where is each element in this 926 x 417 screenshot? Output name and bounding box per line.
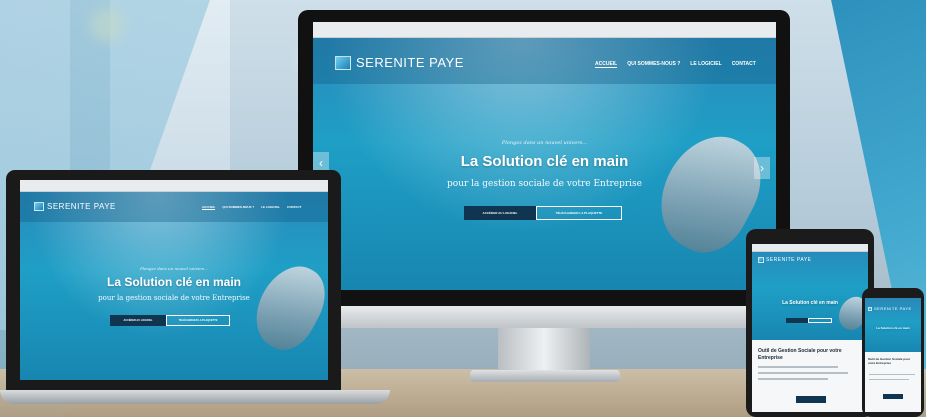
hero-headline: La Solution clé en main xyxy=(106,275,242,289)
nav-item-contact[interactable]: CONTACT xyxy=(732,61,756,68)
site-logo[interactable]: SERENITE PAYE xyxy=(868,306,912,311)
laptop-website: SERENITE PAYE ACCUEIL QUI SOMMES-NOUS ? … xyxy=(20,180,328,380)
section-button[interactable] xyxy=(883,394,903,399)
browser-toolbar xyxy=(752,244,868,252)
logo-text: SERENITE PAYE xyxy=(47,202,116,211)
access-software-button[interactable]: ACCÉDER AU LOGICIEL xyxy=(110,315,166,326)
monitor-website: SERENITE PAYE ACCUEIL QUI SOMMES-NOUS ? … xyxy=(313,22,776,290)
monitor-stand xyxy=(498,328,590,374)
browser-toolbar xyxy=(20,180,328,192)
tablet-content-section: Outil de Gestion Sociale pour votre Entr… xyxy=(752,340,868,412)
hero-tagline: Plongez dans un nouvel univers... xyxy=(139,266,209,271)
site-logo[interactable]: SERENITE PAYE xyxy=(335,55,464,70)
hero-subheadline: pour la gestion sociale de votre Entrepr… xyxy=(447,179,642,189)
phone-content-section: Outil de Gestion Sociale pour votre Entr… xyxy=(865,352,921,412)
phone-website: SERENITE PAYE La Solution clé en main xyxy=(865,298,921,352)
monitor-chin xyxy=(298,306,790,328)
hero-headline: La Solution clé en main xyxy=(460,153,629,170)
logo-mark-icon xyxy=(335,55,351,70)
text-line xyxy=(758,372,848,374)
logo-mark-icon xyxy=(758,257,764,263)
browser-toolbar xyxy=(313,22,776,38)
monitor-base xyxy=(470,370,620,382)
download-brochure-button[interactable]: TÉLÉCHARGER LA PLAQUETTE xyxy=(166,315,230,326)
text-line xyxy=(869,379,909,380)
access-software-button[interactable] xyxy=(786,318,808,323)
logo-text: SERENITE PAYE xyxy=(766,257,812,263)
nav-item-accueil[interactable]: ACCUEIL xyxy=(595,61,618,68)
hero-headline: La Solution clé en main xyxy=(876,326,910,330)
hero-tagline: Plongez dans un nouvel univers... xyxy=(501,140,588,146)
access-software-button[interactable]: ACCÉDER AU LOGICIEL xyxy=(464,206,536,220)
text-line xyxy=(869,374,915,375)
nav-item-qui-sommes-nous[interactable]: QUI SOMMES-NOUS ? xyxy=(627,61,680,68)
nav-item-logiciel[interactable]: LE LOGICIEL xyxy=(690,61,721,68)
hero-headline: La Solution clé en main xyxy=(782,300,838,306)
main-menu: ACCUEIL QUI SOMMES-NOUS ? LE LOGICIEL CO… xyxy=(202,205,301,210)
tablet-website: SERENITE PAYE La Solution clé en main xyxy=(752,244,868,340)
site-logo[interactable]: SERENITE PAYE xyxy=(34,202,116,211)
laptop-base xyxy=(0,390,390,404)
nav-item-qui-sommes-nous[interactable]: QUI SOMMES-NOUS ? xyxy=(222,205,254,210)
logo-mark-icon xyxy=(34,202,44,211)
site-logo[interactable]: SERENITE PAYE xyxy=(758,257,812,263)
logo-mark-icon xyxy=(868,306,872,311)
main-menu: ACCUEIL QUI SOMMES-NOUS ? LE LOGICIEL CO… xyxy=(595,61,756,68)
nav-item-logiciel[interactable]: LE LOGICIEL xyxy=(261,205,280,210)
text-line xyxy=(758,366,838,368)
logo-text: SERENITE PAYE xyxy=(874,306,912,311)
hero-subheadline: pour la gestion sociale de votre Entrepr… xyxy=(98,294,250,302)
section-button[interactable] xyxy=(796,396,826,403)
nav-item-contact[interactable]: CONTACT xyxy=(287,205,301,210)
text-line xyxy=(758,378,828,380)
logo-text: SERENITE PAYE xyxy=(356,55,464,70)
section-title: Outil de Gestion Sociale pour votre Entr… xyxy=(758,348,842,361)
nav-item-accueil[interactable]: ACCUEIL xyxy=(202,205,216,210)
download-brochure-button[interactable]: TÉLÉCHARGER LA PLAQUETTE xyxy=(536,206,622,220)
section-title: Outil de Gestion Sociale pour votre Entr… xyxy=(868,357,911,365)
download-brochure-button[interactable] xyxy=(808,318,832,323)
